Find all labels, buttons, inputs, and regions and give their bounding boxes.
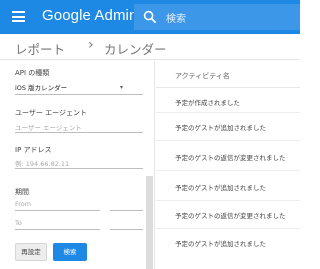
top-app-bar: Google Admin 検索 — [0, 0, 300, 34]
breadcrumb: レポート › カレンダー — [0, 34, 300, 60]
api-type-select[interactable]: iOS 版カレンダー — [15, 82, 67, 92]
reset-button[interactable]: 再設定 — [15, 243, 47, 261]
activity-row[interactable]: 予定のゲストが追加されました — [175, 238, 266, 248]
activity-row[interactable]: 予定が作成されました — [175, 97, 240, 107]
period-to-input[interactable]: To — [15, 219, 22, 227]
activity-row[interactable]: 予定のゲストが追加されました — [175, 182, 266, 192]
activity-row[interactable]: 予定のゲストが追加されました — [175, 122, 266, 132]
breadcrumb-separator: › — [88, 37, 94, 53]
user-agent-label: ユーザー エージェント — [15, 109, 87, 117]
ip-address-input[interactable]: 例: 194.66.82.11 — [15, 158, 69, 168]
breadcrumb-calendar: カレンダー — [104, 42, 167, 57]
row-divider — [156, 140, 300, 141]
breadcrumb-reports-link[interactable]: レポート — [15, 39, 65, 58]
dropdown-arrow-icon[interactable]: ▾ — [120, 84, 123, 91]
google-admin-logo[interactable]: Google Admin — [42, 7, 137, 24]
filter-panel-scrollbar[interactable] — [146, 176, 153, 269]
search-icon — [143, 10, 157, 24]
period-label: 期間 — [15, 188, 29, 196]
api-type-label: API の種類 — [15, 69, 50, 77]
search-input[interactable]: 検索 — [166, 10, 186, 25]
row-divider — [156, 170, 300, 171]
api-type-underline — [15, 94, 143, 95]
activity-row[interactable]: 予定のゲストの返信が変更されました — [175, 152, 286, 162]
user-agent-underline — [15, 132, 143, 133]
period-to-time-underline[interactable] — [110, 229, 143, 230]
period-from-time-underline[interactable] — [110, 210, 143, 211]
period-from-input[interactable]: From — [15, 200, 31, 208]
period-from-underline — [15, 210, 100, 211]
row-divider — [156, 228, 300, 229]
hamburger-menu-icon[interactable] — [12, 11, 25, 22]
search-bar[interactable]: 検索 — [134, 4, 300, 30]
activity-row[interactable]: 予定のゲストの返信が変更されました — [175, 210, 286, 220]
period-to-underline — [15, 229, 100, 230]
ip-address-label: IP アドレス — [15, 146, 52, 154]
row-divider — [156, 200, 300, 201]
user-agent-input[interactable]: ユーザー エージェント — [15, 122, 82, 132]
header-divider — [156, 87, 300, 88]
row-divider — [156, 112, 300, 113]
ip-address-underline — [15, 168, 143, 169]
activity-name-column-header[interactable]: アクティビティ名 — [175, 71, 230, 81]
search-button[interactable]: 検索 — [53, 243, 87, 261]
